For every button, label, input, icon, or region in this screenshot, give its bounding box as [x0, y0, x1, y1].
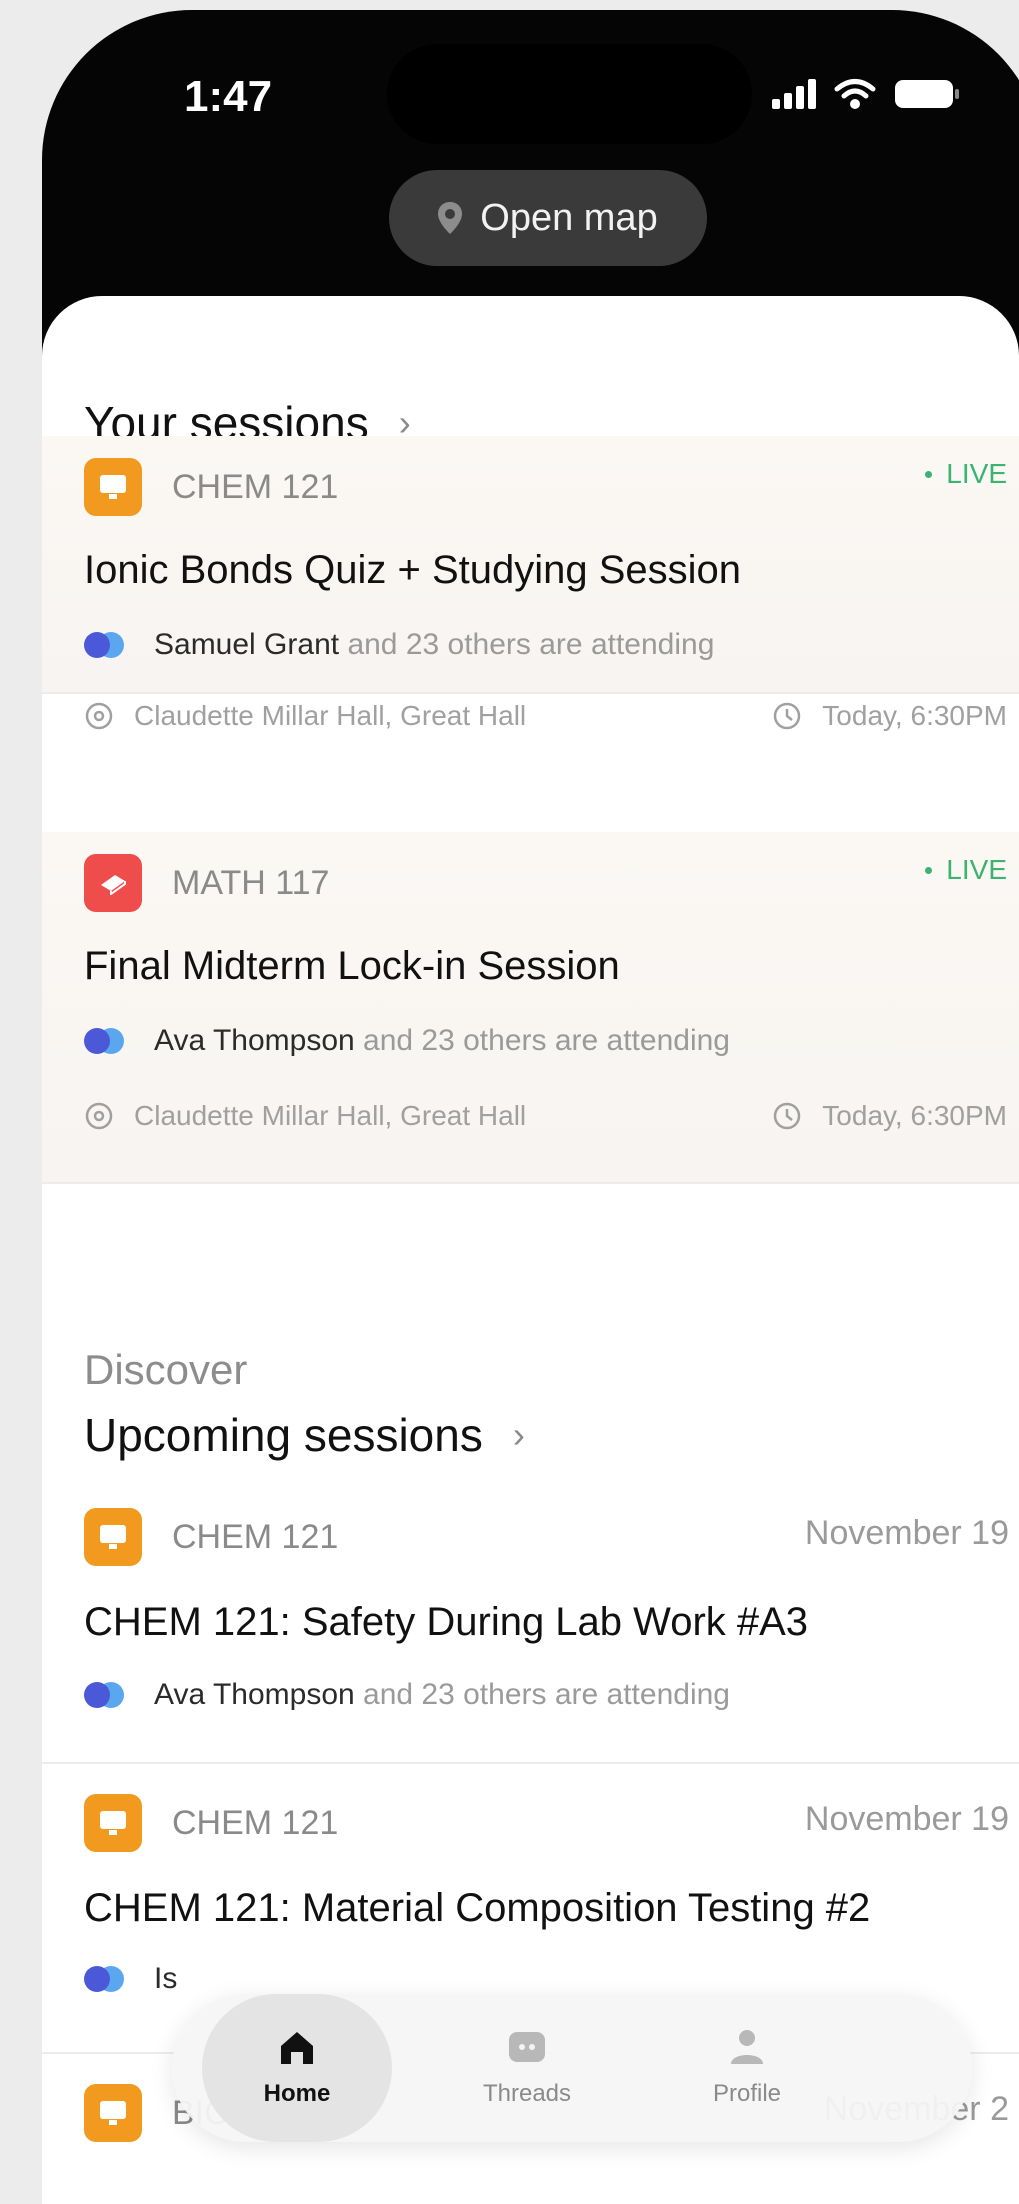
session-card[interactable]: CHEM 121 LIVE Ionic Bonds Quiz + Studyin… — [42, 436, 1019, 731]
open-map-button[interactable]: Open map — [389, 170, 707, 266]
live-badge: LIVE — [925, 458, 1007, 490]
location-text: Claudette Millar Hall, Great Hall — [134, 1100, 527, 1131]
chat-icon — [509, 2032, 545, 2062]
attendees-row: Is — [84, 1962, 177, 1996]
location-icon — [85, 1102, 113, 1130]
attendee-name: Samuel Grant — [154, 628, 340, 661]
course-code: CHEM 121 — [172, 1803, 339, 1842]
location-icon — [85, 702, 113, 730]
main-screen: Your sessions › CHEM 121 LIVE Ionic Bond… — [42, 296, 1019, 2204]
session-title: Ionic Bonds Quiz + Studying Session — [84, 548, 742, 592]
live-label: LIVE — [946, 458, 1007, 489]
course-code: MATH 117 — [172, 863, 330, 902]
tab-profile[interactable]: Profile — [652, 1994, 842, 2142]
live-dot — [925, 866, 933, 874]
wifi-icon — [834, 79, 876, 109]
tab-label: Threads — [482, 2080, 572, 2107]
discover-label: Discover — [84, 1346, 248, 1393]
session-card[interactable]: MATH 117 LIVE Final Midterm Lock-in Sess… — [42, 832, 1019, 1184]
book-icon — [84, 854, 142, 912]
location-time-row: Claudette Millar Hall, Great Hall Today,… — [84, 1100, 1007, 1132]
upcoming-sessions-title: Upcoming sessions — [84, 1409, 483, 1461]
attendee-suffix: and 23 others are attending — [347, 628, 715, 661]
session-date: November 19 — [804, 1800, 1009, 1838]
dynamic-island — [387, 44, 752, 144]
upcoming-sessions-header[interactable]: Upcoming sessions › — [84, 1408, 525, 1462]
screen-icon — [84, 1794, 142, 1852]
screen-icon — [84, 2084, 142, 2142]
live-label: LIVE — [946, 854, 1007, 885]
status-icons — [772, 78, 960, 110]
avatar-stack — [84, 1680, 134, 1710]
attendees-row: Ava Thompson and 23 others are attending — [84, 1024, 730, 1058]
clock-icon — [774, 702, 801, 730]
time-text: Today, 6:30PM — [822, 1100, 1007, 1131]
attendees-row: Ava Thompson and 23 others are attending — [84, 1678, 730, 1712]
attendee-name: Ava Thompson — [154, 1678, 355, 1711]
chevron-right-icon: › — [512, 1414, 525, 1455]
tab-label: Home — [263, 2080, 331, 2107]
upcoming-card[interactable]: CHEM 121 November 19 CHEM 121: Safety Du… — [42, 1486, 1019, 1764]
battery-icon — [895, 80, 959, 108]
phone-frame: 1:47 Open map Your sessions › CHEM 121 L… — [42, 10, 1019, 2204]
location-text: Claudette Millar Hall, Great Hall — [134, 700, 527, 731]
map-pin-icon — [438, 202, 463, 234]
avatar-stack — [84, 1964, 134, 1994]
course-row: CHEM 121 — [84, 1508, 338, 1566]
course-row: MATH 117 — [84, 854, 329, 912]
attendee-name: Ava Thompson — [154, 1024, 355, 1057]
person-icon — [731, 2030, 763, 2064]
tab-threads[interactable]: Threads — [432, 1994, 622, 2142]
attendee-suffix: and 23 others are attending — [363, 1024, 730, 1057]
location-time-row: Claudette Millar Hall, Great Hall Today,… — [84, 700, 1007, 732]
attendees-row: Samuel Grant and 23 others are attending — [84, 628, 714, 662]
course-row: CHEM 121 — [84, 1794, 338, 1852]
session-title: CHEM 121: Safety During Lab Work #A3 — [84, 1600, 809, 1644]
signal-icon — [772, 79, 816, 109]
home-icon — [281, 2032, 313, 2064]
session-date: November 19 — [804, 1514, 1009, 1552]
tab-bar: Home Threads Profile — [172, 1994, 972, 2142]
live-dot — [925, 470, 933, 478]
tab-label: Profile — [712, 2080, 782, 2107]
open-map-label: Open map — [480, 196, 658, 239]
avatar-stack — [84, 1026, 134, 1056]
live-badge: LIVE — [925, 854, 1007, 886]
tab-home[interactable]: Home — [202, 1994, 392, 2142]
screen-icon — [84, 1508, 142, 1566]
attendee-name: Is — [154, 1962, 178, 1995]
status-time: 1:47 — [184, 72, 273, 121]
course-code: CHEM 121 — [172, 467, 339, 506]
session-title: Final Midterm Lock-in Session — [84, 944, 620, 988]
clock-icon — [774, 1102, 801, 1130]
session-title: CHEM 121: Material Composition Testing #… — [84, 1886, 871, 1930]
time-text: Today, 6:30PM — [822, 700, 1007, 731]
course-code: CHEM 121 — [172, 1517, 339, 1556]
course-row: CHEM 121 — [84, 458, 338, 516]
attendee-suffix: and 23 others are attending — [363, 1678, 730, 1711]
screen-icon — [84, 458, 142, 516]
avatar-stack — [84, 630, 134, 660]
